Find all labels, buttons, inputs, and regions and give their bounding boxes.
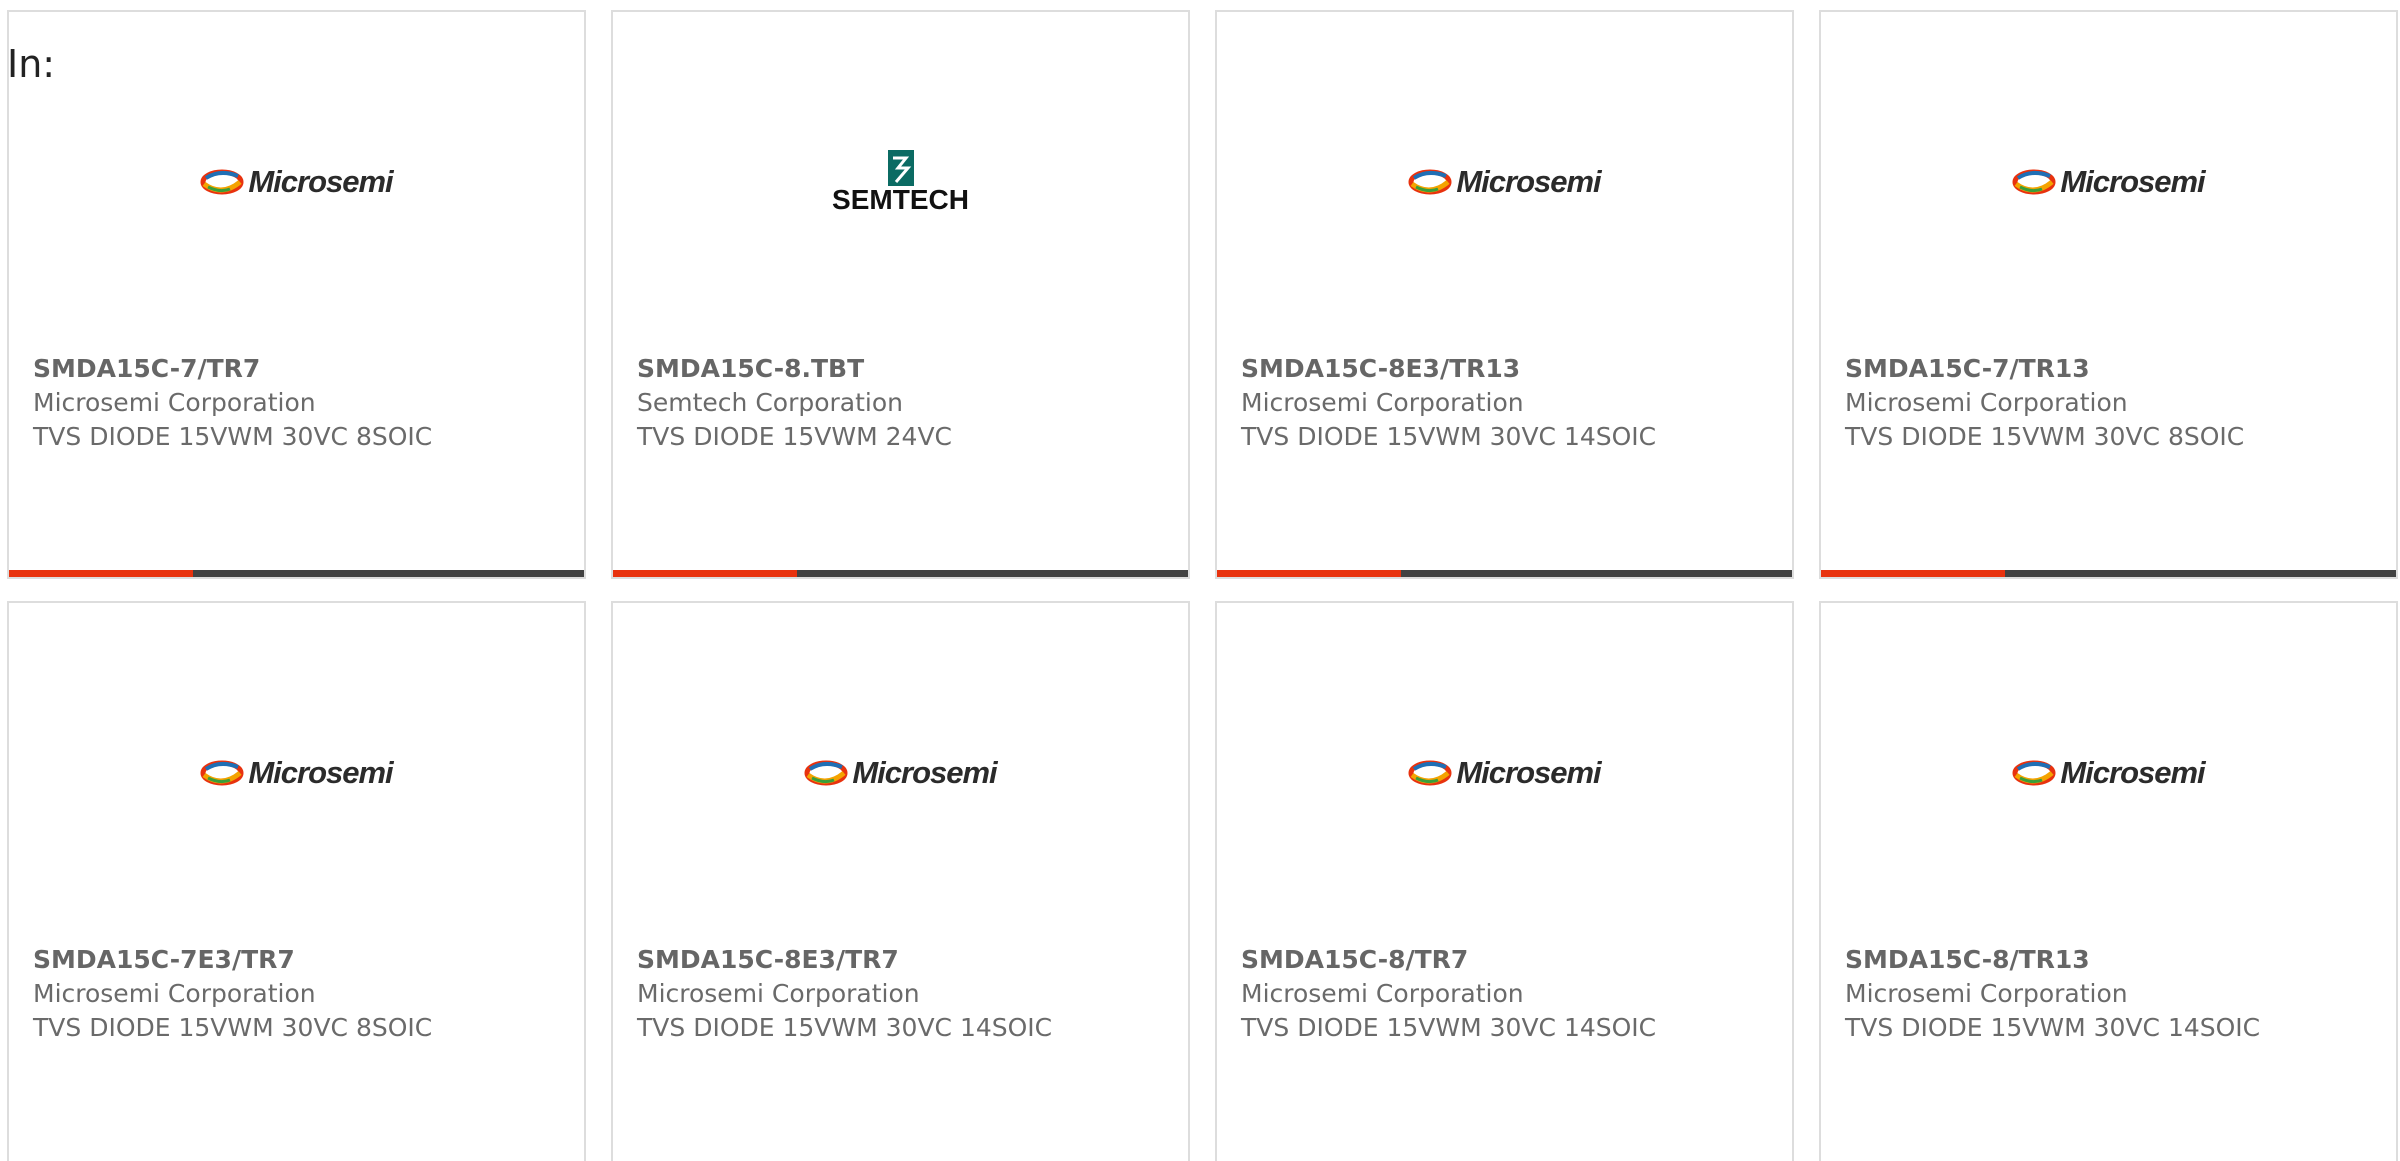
manufacturer-logo-area: Microsemi [9, 743, 584, 803]
product-description: TVS DIODE 15VWM 30VC 8SOIC [33, 422, 433, 451]
card-progress-fill [1821, 570, 2005, 577]
semtech-logo: SEMTECH [832, 150, 969, 214]
product-card[interactable]: Microsemi SMDA15C-7/TR7 Microsemi Corpora… [7, 10, 586, 579]
manufacturer-name: Semtech Corporation [637, 388, 904, 417]
microsemi-logo-text: Microsemi [248, 755, 393, 790]
card-progress-fill [1217, 570, 1401, 577]
microsemi-logo: Microsemi [200, 164, 394, 200]
microsemi-logo: Microsemi [1408, 755, 1602, 791]
product-card[interactable]: SEMTECH SMDA15C-8.TBT Semtech Corporation… [611, 10, 1190, 579]
manufacturer-name: Microsemi Corporation [1241, 388, 1524, 417]
semtech-logo-text: SEMTECH [832, 184, 969, 215]
product-info: SMDA15C-7E3/TR7 Microsemi Corporation TVS … [33, 943, 574, 1045]
microsemi-swirl-icon [200, 760, 244, 786]
product-description: TVS DIODE 15VWM 30VC 14SOIC [637, 1013, 1053, 1042]
product-card[interactable]: Microsemi SMDA15C-8E3/TR7 Microsemi Corpo… [611, 601, 1190, 1161]
manufacturer-logo-area: Microsemi [1821, 743, 2396, 803]
manufacturer-logo-area: Microsemi [1217, 743, 1792, 803]
manufacturer-logo-area: Microsemi [1217, 152, 1792, 212]
semtech-mark-icon [887, 150, 914, 186]
page: In: Microsemi SMDA15C-7/TR7 Microsemi Cor… [0, 0, 2400, 1161]
product-grid: Microsemi SMDA15C-7/TR7 Microsemi Corpora… [7, 10, 2400, 1161]
microsemi-logo-text: Microsemi [2060, 755, 2205, 790]
product-info: SMDA15C-8E3/TR7 Microsemi Corporation TVS … [637, 943, 1178, 1045]
part-number-link[interactable]: SMDA15C-8E3/TR7 [637, 943, 1178, 977]
manufacturer-name: Microsemi Corporation [1845, 979, 2128, 1008]
card-progress-bar [1217, 570, 1792, 577]
manufacturer-name: Microsemi Corporation [1241, 979, 1524, 1008]
product-info: SMDA15C-8.TBT Semtech Corporation TVS DIOD… [637, 352, 1178, 454]
microsemi-logo-text: Microsemi [248, 164, 393, 199]
product-description: TVS DIODE 15VWM 30VC 8SOIC [1845, 422, 2245, 451]
card-progress-bar [1821, 570, 2396, 577]
microsemi-swirl-icon [2012, 169, 2056, 195]
microsemi-logo: Microsemi [1408, 164, 1602, 200]
microsemi-logo: Microsemi [2012, 755, 2206, 791]
product-card[interactable]: Microsemi SMDA15C-8/TR13 Microsemi Corpor… [1819, 601, 2398, 1161]
product-description: TVS DIODE 15VWM 30VC 8SOIC [33, 1013, 433, 1042]
microsemi-swirl-icon [1408, 169, 1452, 195]
product-description: TVS DIODE 15VWM 30VC 14SOIC [1241, 422, 1657, 451]
product-description: TVS DIODE 15VWM 24VC [637, 422, 953, 451]
microsemi-logo: Microsemi [200, 755, 394, 791]
microsemi-logo-text: Microsemi [852, 755, 997, 790]
card-progress-bar [9, 570, 584, 577]
filter-label: In: [7, 42, 56, 86]
manufacturer-logo-area: Microsemi [1821, 152, 2396, 212]
product-description: TVS DIODE 15VWM 30VC 14SOIC [1845, 1013, 2261, 1042]
microsemi-swirl-icon [2012, 760, 2056, 786]
product-info: SMDA15C-8/TR7 Microsemi Corporation TVS DI… [1241, 943, 1782, 1045]
product-info: SMDA15C-8/TR13 Microsemi Corporation TVS D… [1845, 943, 2386, 1045]
product-info: SMDA15C-8E3/TR13 Microsemi Corporation TVS… [1241, 352, 1782, 454]
card-progress-bar [613, 570, 1188, 577]
manufacturer-name: Microsemi Corporation [33, 388, 316, 417]
product-card[interactable]: Microsemi SMDA15C-7E3/TR7 Microsemi Corpo… [7, 601, 586, 1161]
microsemi-logo-text: Microsemi [1456, 755, 1601, 790]
microsemi-logo: Microsemi [804, 755, 998, 791]
manufacturer-name: Microsemi Corporation [33, 979, 316, 1008]
manufacturer-name: Microsemi Corporation [637, 979, 920, 1008]
manufacturer-logo-area: SEMTECH [613, 150, 1188, 214]
product-card[interactable]: Microsemi SMDA15C-8E3/TR13 Microsemi Corp… [1215, 10, 1794, 579]
part-number-link[interactable]: SMDA15C-8/TR7 [1241, 943, 1782, 977]
manufacturer-logo-area: Microsemi [9, 152, 584, 212]
product-description: TVS DIODE 15VWM 30VC 14SOIC [1241, 1013, 1657, 1042]
microsemi-logo: Microsemi [2012, 164, 2206, 200]
part-number-link[interactable]: SMDA15C-8.TBT [637, 352, 1178, 386]
card-progress-fill [613, 570, 797, 577]
manufacturer-name: Microsemi Corporation [1845, 388, 2128, 417]
microsemi-swirl-icon [804, 760, 848, 786]
product-info: SMDA15C-7/TR13 Microsemi Corporation TVS D… [1845, 352, 2386, 454]
part-number-link[interactable]: SMDA15C-8E3/TR13 [1241, 352, 1782, 386]
part-number-link[interactable]: SMDA15C-8/TR13 [1845, 943, 2386, 977]
manufacturer-logo-area: Microsemi [613, 743, 1188, 803]
product-card[interactable]: Microsemi SMDA15C-7/TR13 Microsemi Corpor… [1819, 10, 2398, 579]
part-number-link[interactable]: SMDA15C-7/TR13 [1845, 352, 2386, 386]
product-card[interactable]: Microsemi SMDA15C-8/TR7 Microsemi Corpora… [1215, 601, 1794, 1161]
microsemi-swirl-icon [200, 169, 244, 195]
microsemi-logo-text: Microsemi [1456, 164, 1601, 199]
part-number-link[interactable]: SMDA15C-7/TR7 [33, 352, 574, 386]
part-number-link[interactable]: SMDA15C-7E3/TR7 [33, 943, 574, 977]
card-progress-fill [9, 570, 193, 577]
microsemi-swirl-icon [1408, 760, 1452, 786]
microsemi-logo-text: Microsemi [2060, 164, 2205, 199]
product-info: SMDA15C-7/TR7 Microsemi Corporation TVS DI… [33, 352, 574, 454]
